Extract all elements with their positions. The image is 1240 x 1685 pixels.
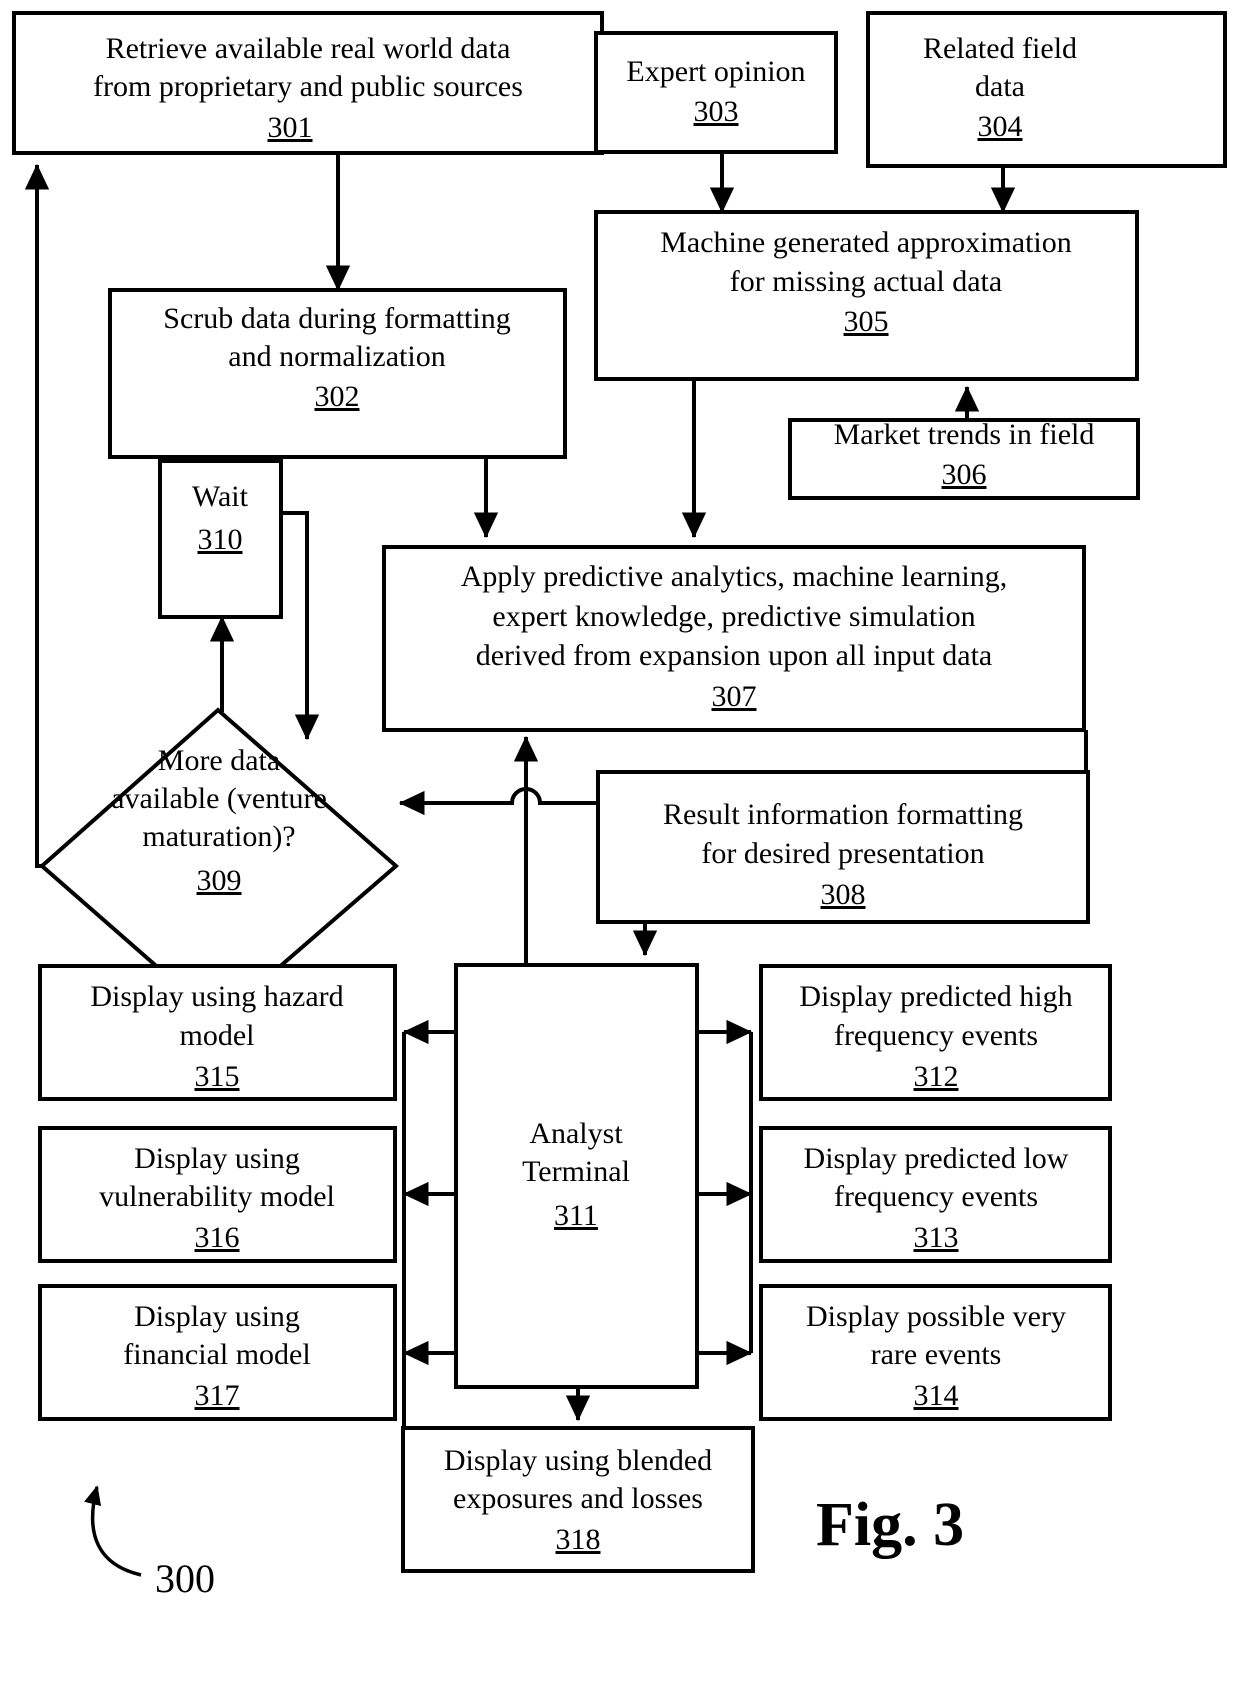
- node-304-related-field-data[interactable]: Related field data 304: [866, 11, 1227, 168]
- node-302-ref: 302: [315, 380, 360, 413]
- node-314-line2: rare events: [871, 1338, 1002, 1371]
- node-307-line2: expert knowledge, predictive simulation: [492, 600, 975, 633]
- node-314-ref: 314: [914, 1379, 959, 1412]
- edge-308-to-309: [398, 787, 598, 816]
- node-305-ref: 305: [844, 305, 889, 338]
- node-312-ref: 312: [914, 1060, 959, 1093]
- node-312-display-high-frequency[interactable]: Display predicted high frequency events …: [759, 964, 1112, 1101]
- patent-figure-3: Retrieve available real world data from …: [0, 0, 1240, 1685]
- node-317-line1: Display using: [134, 1300, 300, 1333]
- node-305-line1: Machine generated approximation: [660, 226, 1072, 259]
- node-311-ref: 311: [554, 1199, 598, 1232]
- node-309-line2: available (venture: [111, 782, 327, 815]
- node-315-line1: Display using hazard: [90, 980, 343, 1013]
- node-308-ref: 308: [821, 878, 866, 911]
- node-318-line2: exposures and losses: [453, 1482, 703, 1515]
- node-310-line1: Wait: [192, 480, 249, 513]
- node-313-ref: 313: [914, 1221, 959, 1254]
- node-316-line2: vulnerability model: [99, 1180, 335, 1213]
- node-308-result-formatting[interactable]: Result information formatting for desire…: [596, 770, 1090, 924]
- node-313-line1: Display predicted low: [804, 1142, 1069, 1175]
- node-308-line1: Result information formatting: [663, 798, 1023, 831]
- node-312-line2: frequency events: [834, 1019, 1038, 1052]
- node-306-ref: 306: [942, 458, 987, 491]
- node-309-line1: More data: [158, 744, 280, 777]
- node-306-market-trends[interactable]: Market trends in field 306: [788, 418, 1140, 500]
- node-315-ref: 315: [195, 1060, 240, 1093]
- figure-reference-number: 300: [155, 1556, 215, 1601]
- node-304-ref: 304: [978, 110, 1023, 143]
- flowchart-canvas: Retrieve available real world data from …: [12, 11, 1227, 1601]
- node-301-line1: Retrieve available real world data: [106, 32, 511, 65]
- figure-label: Fig. 3: [816, 1491, 964, 1559]
- node-307-ref: 307: [712, 680, 757, 713]
- node-301-line2: from proprietary and public sources: [93, 70, 523, 103]
- node-303-line1: Expert opinion: [626, 55, 805, 88]
- node-308-line2: for desired presentation: [701, 837, 984, 870]
- node-303-expert-opinion[interactable]: Expert opinion 303: [594, 31, 838, 154]
- node-317-display-financial-model[interactable]: Display using financial model 317: [38, 1284, 397, 1421]
- node-315-line2: model: [180, 1019, 255, 1052]
- node-303-box: [594, 31, 838, 154]
- node-306-line1: Market trends in field: [834, 418, 1095, 451]
- node-302-line1: Scrub data during formatting: [163, 302, 510, 335]
- node-302-line2: and normalization: [228, 340, 445, 373]
- node-316-display-vulnerability-model[interactable]: Display using vulnerability model 316: [38, 1126, 397, 1263]
- node-310-ref: 310: [198, 523, 243, 556]
- node-307-line1: Apply predictive analytics, machine lear…: [461, 560, 1007, 593]
- node-316-line1: Display using: [134, 1142, 300, 1175]
- node-304-line1: Related field: [923, 32, 1077, 65]
- node-314-display-rare-events[interactable]: Display possible very rare events 314: [759, 1284, 1112, 1421]
- node-317-ref: 317: [195, 1379, 240, 1412]
- node-318-ref: 318: [556, 1523, 601, 1556]
- reference-leader-300: [84, 1485, 142, 1577]
- edge-309-to-301: [24, 163, 50, 868]
- node-318-line1: Display using blended: [444, 1444, 712, 1477]
- node-309-line3: maturation)?: [142, 820, 295, 853]
- edge-310-to-309: [281, 511, 320, 741]
- node-304-line2: data: [975, 70, 1025, 103]
- node-313-line2: frequency events: [834, 1180, 1038, 1213]
- node-318-display-blended-exposures[interactable]: Display using blended exposures and loss…: [401, 1426, 755, 1573]
- node-305-machine-generated-approximation[interactable]: Machine generated approximation for miss…: [594, 210, 1139, 381]
- node-317-line2: financial model: [123, 1338, 310, 1371]
- node-310-wait[interactable]: Wait 310: [158, 459, 283, 619]
- node-303-ref: 303: [694, 95, 739, 128]
- node-315-display-hazard-model[interactable]: Display using hazard model 315: [38, 964, 397, 1101]
- node-311-line2: Terminal: [522, 1155, 630, 1188]
- node-301-ref: 301: [268, 111, 313, 144]
- node-301-retrieve-real-world-data[interactable]: Retrieve available real world data from …: [12, 11, 604, 155]
- node-312-line1: Display predicted high: [799, 980, 1072, 1013]
- node-305-line2: for missing actual data: [730, 265, 1002, 298]
- node-314-line1: Display possible very: [806, 1300, 1066, 1333]
- node-313-display-low-frequency[interactable]: Display predicted low frequency events 3…: [759, 1126, 1112, 1263]
- node-302-scrub-data[interactable]: Scrub data during formatting and normali…: [108, 288, 567, 459]
- node-316-ref: 316: [195, 1221, 240, 1254]
- node-311-line1: Analyst: [529, 1117, 623, 1150]
- node-307-line3: derived from expansion upon all input da…: [476, 639, 993, 672]
- node-311-analyst-terminal[interactable]: Analyst Terminal 311: [454, 963, 699, 1389]
- node-307-apply-predictive-analytics[interactable]: Apply predictive analytics, machine lear…: [382, 545, 1086, 732]
- node-309-ref: 309: [197, 864, 242, 897]
